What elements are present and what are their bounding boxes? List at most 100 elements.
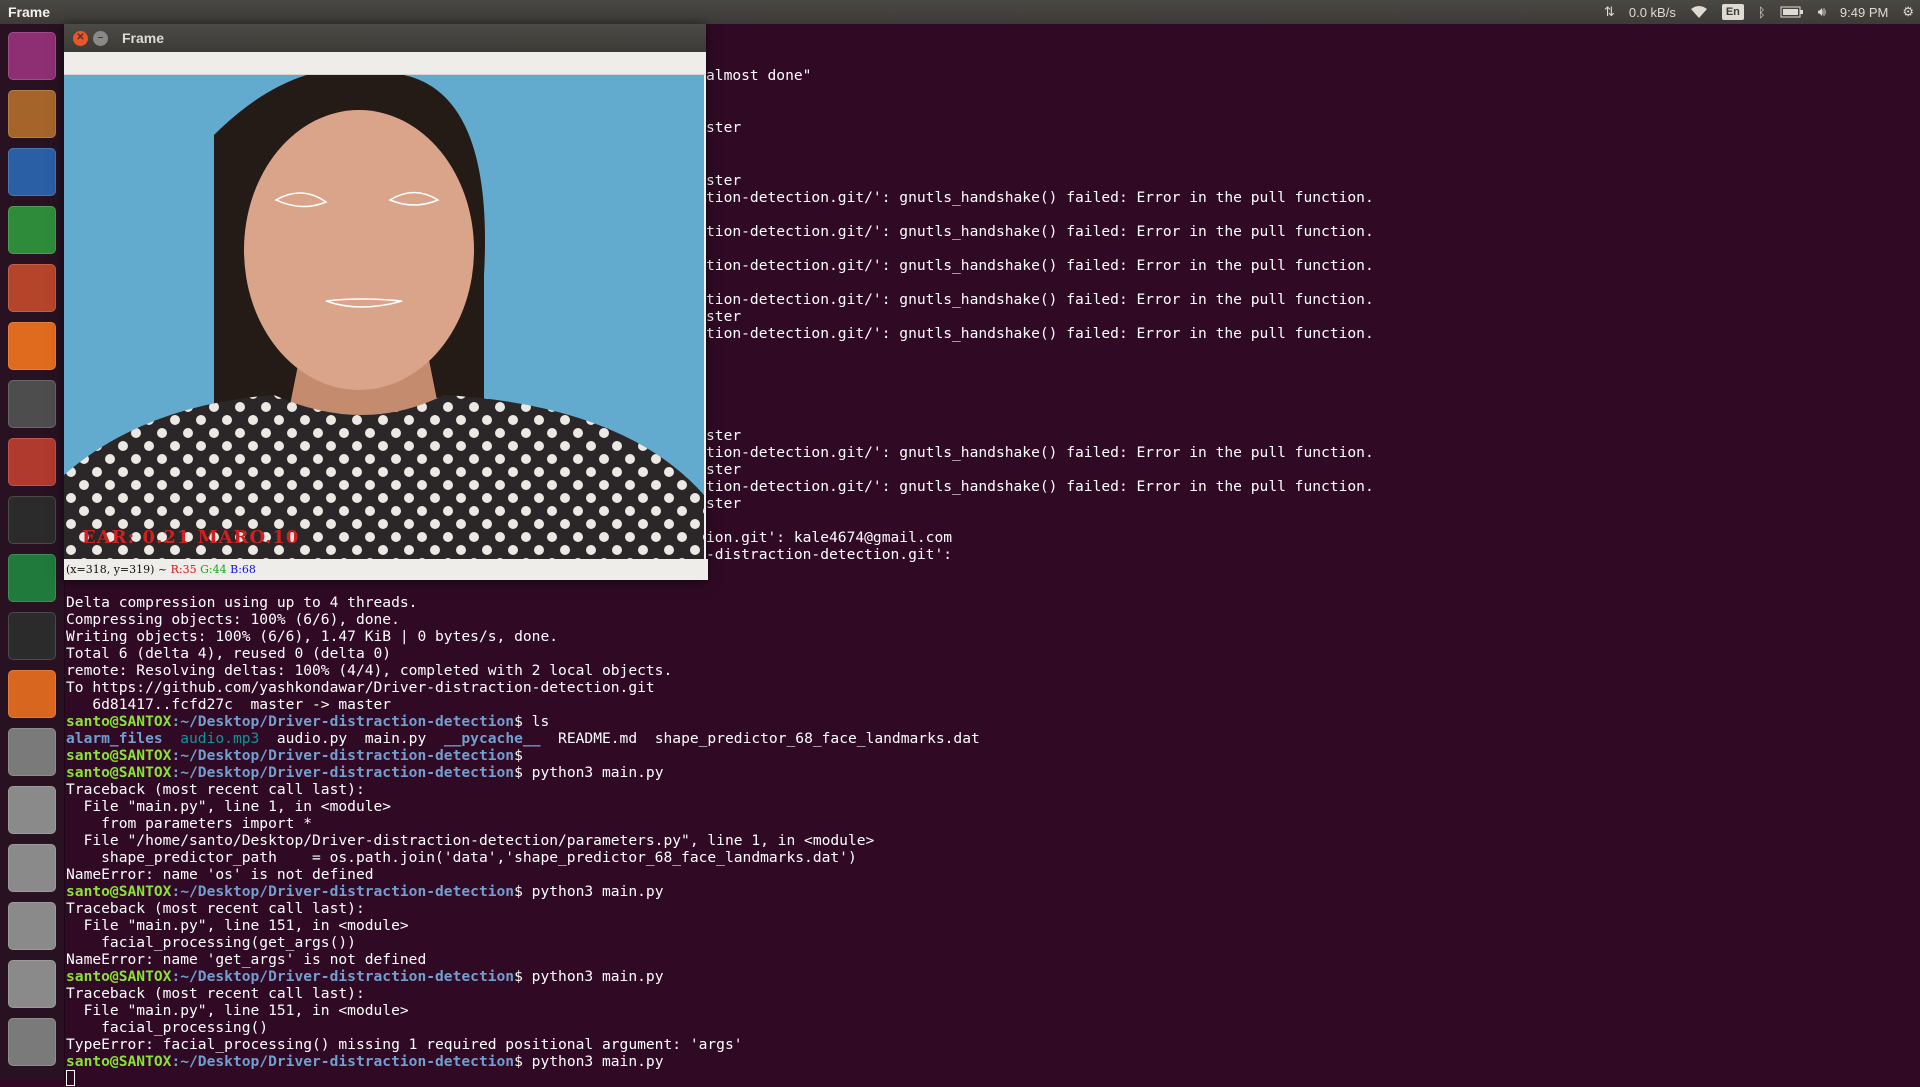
bluetooth-icon[interactable]: ᛒ bbox=[1758, 5, 1766, 20]
firefox-icon[interactable] bbox=[8, 670, 56, 718]
terminal-line: from parameters import * bbox=[66, 815, 313, 832]
prompt-line: santo@SANTOX:~/Desktop/Driver-distractio… bbox=[66, 747, 523, 764]
terminal-line: File "/home/santo/Desktop/Driver-distrac… bbox=[66, 832, 875, 849]
terminal-line: ster bbox=[706, 495, 742, 512]
system-settings-icon[interactable] bbox=[8, 438, 56, 486]
terminal-line: facial_processing() bbox=[66, 1019, 269, 1036]
libreoffice-impress-icon[interactable] bbox=[8, 264, 56, 312]
terminal-line: Writing objects: 100% (6/6), 1.47 KiB | … bbox=[66, 628, 559, 645]
prompt-line: santo@SANTOX:~/Desktop/Driver-distractio… bbox=[66, 968, 664, 985]
terminal-line: shape_predictor_path = os.path.join('dat… bbox=[66, 849, 857, 866]
files-icon[interactable] bbox=[8, 90, 56, 138]
window-toolbar bbox=[64, 52, 706, 75]
system-monitor-icon[interactable] bbox=[8, 612, 56, 660]
file-entry: audio.py main.py bbox=[259, 730, 444, 747]
terminal-line: tion-detection.git/': gnutls_handshake()… bbox=[706, 223, 1374, 240]
terminal-line: Traceback (most recent call last): bbox=[66, 781, 365, 798]
window-title: Frame bbox=[122, 30, 165, 46]
indicator-area: ⇅ 0.0 kB/s En ᛒ 🔊︎ 9:49 PM ⚙ bbox=[1604, 0, 1914, 24]
terminal-line: tion-detection.git/': gnutls_handshake()… bbox=[706, 478, 1374, 495]
terminal-line: Total 6 (delta 4), reused 0 (delta 0) bbox=[66, 645, 392, 662]
red-value: R:35 bbox=[170, 563, 197, 576]
file-entry: README.md shape_predictor_68_face_landma… bbox=[540, 730, 980, 747]
libreoffice-writer-icon[interactable] bbox=[8, 148, 56, 196]
terminal-line: File "main.py", line 151, in <module> bbox=[66, 917, 409, 934]
terminal-line: File "main.py", line 151, in <module> bbox=[66, 1002, 409, 1019]
frame-window[interactable]: ✕ – Frame EAR: 0.21 MARO.10 (x=318, y=31… bbox=[64, 24, 708, 580]
prompt-line[interactable] bbox=[66, 1070, 75, 1087]
terminal-line: Compressing objects: 100% (6/6), done. bbox=[66, 611, 400, 628]
terminal-line: File "main.py", line 1, in <module> bbox=[66, 798, 392, 815]
terminal-line: tion-detection.git/': gnutls_handshake()… bbox=[706, 444, 1374, 461]
prompt-user: santo@SANTOX bbox=[66, 713, 172, 730]
terminal-line: tion-detection.git/': gnutls_handshake()… bbox=[706, 291, 1374, 308]
cursor-coords: (x=318, y=319) ~ bbox=[66, 563, 168, 576]
libreoffice-calc-icon[interactable] bbox=[8, 206, 56, 254]
prompt-line: santo@SANTOX:~/Desktop/Driver-distractio… bbox=[66, 883, 664, 900]
terminal-line: ster bbox=[706, 172, 742, 189]
ear-mar-overlay: EAR: 0.21 MARO.10 bbox=[82, 527, 300, 548]
prompt-path: :~/Desktop/Driver-distraction-detection bbox=[171, 713, 515, 730]
terminal-line: Traceback (most recent call last): bbox=[66, 985, 365, 1002]
drive-icon[interactable] bbox=[8, 786, 56, 834]
green-value: G:44 bbox=[200, 563, 227, 576]
launcher bbox=[0, 24, 65, 1080]
drive-icon[interactable] bbox=[8, 902, 56, 950]
terminal-icon[interactable] bbox=[8, 496, 56, 544]
network-speed[interactable]: 0.0 kB/s bbox=[1629, 5, 1676, 20]
terminal-line: -distraction-detection.git': bbox=[706, 546, 953, 563]
terminal-line: ster bbox=[706, 308, 742, 325]
trash-icon[interactable] bbox=[8, 1018, 56, 1066]
dir-entry: alarm_files bbox=[66, 730, 163, 747]
prompt-line: santo@SANTOX:~/Desktop/Driver-distractio… bbox=[66, 713, 549, 730]
volume-icon[interactable]: 🔊︎ bbox=[1818, 4, 1826, 20]
terminal-cursor bbox=[66, 1070, 75, 1086]
terminal-line: ster bbox=[706, 461, 742, 478]
keyboard-layout-indicator[interactable]: En bbox=[1721, 4, 1744, 20]
terminal-line: ster bbox=[706, 119, 742, 136]
help-icon[interactable] bbox=[8, 728, 56, 776]
prompt-line: santo@SANTOX:~/Desktop/Driver-distractio… bbox=[66, 764, 664, 781]
battery-icon[interactable] bbox=[1780, 6, 1804, 18]
software-center-icon[interactable] bbox=[8, 322, 56, 370]
terminal-line: tion-detection.git/': gnutls_handshake()… bbox=[706, 189, 1374, 206]
terminal-line: ion.git': kale4674@gmail.com bbox=[706, 529, 953, 546]
window-titlebar[interactable]: ✕ – Frame bbox=[64, 24, 706, 52]
top-panel: Frame ⇅ 0.0 kB/s En ᛒ 🔊︎ 9:49 PM ⚙ bbox=[0, 0, 1920, 24]
sync-icon[interactable]: ⇅ bbox=[1604, 4, 1615, 20]
terminal-line: 6d81417..fcfd27c master -> master bbox=[66, 696, 392, 713]
ls-output: alarm_files audio.mp3 audio.py main.py _… bbox=[66, 730, 980, 747]
pycharm-icon[interactable] bbox=[8, 554, 56, 602]
pixel-status-bar: (x=318, y=319) ~ R:35 G:44 B:68 bbox=[64, 559, 708, 580]
clock[interactable]: 9:49 PM bbox=[1840, 5, 1888, 20]
gear-icon[interactable]: ⚙ bbox=[1902, 4, 1914, 20]
drive-icon[interactable] bbox=[8, 844, 56, 892]
terminal-line: ster bbox=[706, 427, 742, 444]
close-icon: ✕ bbox=[76, 32, 85, 43]
camera-view[interactable]: EAR: 0.21 MARO.10 bbox=[64, 75, 704, 559]
close-button[interactable]: ✕ bbox=[73, 30, 88, 46]
prompt-line: santo@SANTOX:~/Desktop/Driver-distractio… bbox=[66, 1053, 664, 1070]
blue-value: B:68 bbox=[230, 563, 256, 576]
ubuntu-dash-icon[interactable] bbox=[8, 32, 56, 80]
amazon-icon[interactable] bbox=[8, 380, 56, 428]
dir-entry: __pycache__ bbox=[443, 730, 541, 747]
command: $ ls bbox=[514, 713, 550, 730]
terminal-line: To https://github.com/yashkondawar/Drive… bbox=[66, 679, 655, 696]
terminal-line: NameError: name 'get_args' is not define… bbox=[66, 951, 427, 968]
minimize-button[interactable]: – bbox=[93, 30, 108, 46]
file-entry: audio.mp3 bbox=[180, 730, 260, 747]
terminal-line: almost done" bbox=[706, 67, 812, 84]
active-app-title: Frame bbox=[8, 4, 51, 20]
terminal-line: TypeError: facial_processing() missing 1… bbox=[66, 1036, 743, 1053]
terminal-line: Delta compression using up to 4 threads. bbox=[66, 594, 418, 611]
terminal-line: tion-detection.git/': gnutls_handshake()… bbox=[706, 257, 1374, 274]
terminal-line: Traceback (most recent call last): bbox=[66, 900, 365, 917]
minimize-icon: – bbox=[97, 32, 104, 43]
terminal-line: remote: Resolving deltas: 100% (4/4), co… bbox=[66, 662, 673, 679]
drive-icon[interactable] bbox=[8, 960, 56, 1008]
terminal-line: facial_processing(get_args()) bbox=[66, 934, 356, 951]
terminal-line: NameError: name 'os' is not defined bbox=[66, 866, 374, 883]
terminal-line: tion-detection.git/': gnutls_handshake()… bbox=[706, 325, 1374, 342]
wifi-icon[interactable] bbox=[1690, 5, 1708, 19]
